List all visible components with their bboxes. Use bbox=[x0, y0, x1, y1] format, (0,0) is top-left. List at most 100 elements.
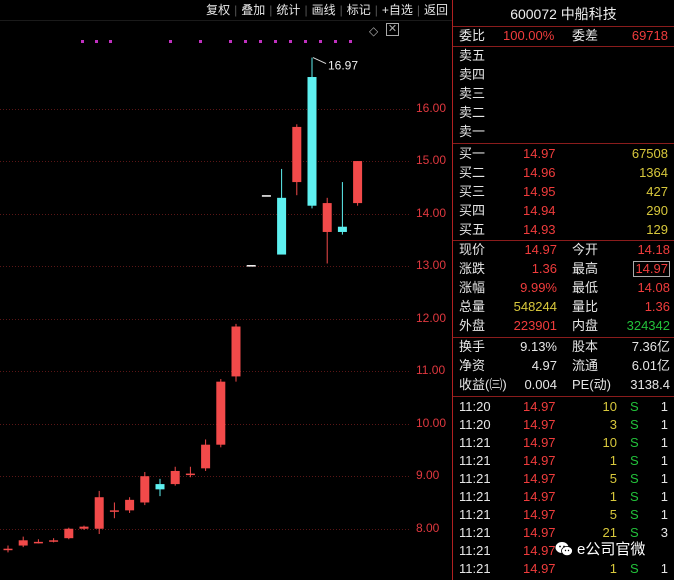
buy-price: 14.97 bbox=[523, 146, 556, 161]
tick-side: S bbox=[630, 507, 639, 522]
fundamental-row[interactable]: 换手 9.13% 股本 7.36亿 bbox=[453, 338, 674, 356]
tick-side: S bbox=[630, 435, 639, 450]
tick-time: 11:21 bbox=[459, 561, 491, 576]
kline-svg[interactable]: 16.97 bbox=[0, 0, 452, 580]
candle-body bbox=[49, 540, 59, 542]
tick-row[interactable]: 11:21 14.97 10 S 1 bbox=[453, 434, 674, 452]
stat-value: 14.18 bbox=[637, 242, 670, 257]
tick-row[interactable]: 11:21 14.97 1 S 1 bbox=[453, 488, 674, 506]
sell-label: 卖二 bbox=[459, 105, 486, 120]
event-marker bbox=[81, 40, 84, 43]
kline-chart[interactable]: 16.97 复权 | 叠加 | 统计 | 画线 | 标记 | +自选 | 返回 … bbox=[0, 0, 452, 580]
candle-body bbox=[261, 195, 271, 197]
toolbar-diejia-button[interactable]: 叠加 bbox=[237, 0, 269, 20]
y-tick-label: 8.00 bbox=[416, 520, 440, 535]
stat-value: 548244 bbox=[513, 299, 557, 314]
buy-row[interactable]: 买三 14.95 427 bbox=[453, 183, 674, 201]
stat-label: 最高 bbox=[572, 261, 599, 276]
stat-value: 4.97 bbox=[531, 358, 557, 373]
buy-volume: 129 bbox=[646, 222, 668, 237]
close-icon[interactable]: ✕ bbox=[386, 23, 399, 36]
sell-row[interactable]: 卖一 bbox=[453, 123, 674, 141]
sell-row[interactable]: 卖五 bbox=[453, 47, 674, 65]
buy-volume: 67508 bbox=[631, 146, 668, 161]
candle-body bbox=[322, 203, 332, 232]
stat-value: 223901 bbox=[513, 318, 557, 333]
event-marker bbox=[334, 40, 337, 43]
quote-stat-row[interactable]: 涨跌 1.36 最高 14.97 bbox=[453, 260, 674, 278]
tick-time: 11:21 bbox=[459, 525, 491, 540]
buy-row[interactable]: 买五 14.93 129 bbox=[453, 221, 674, 239]
tick-time: 11:21 bbox=[459, 435, 491, 450]
stat-label: 涨跌 bbox=[459, 261, 486, 276]
toolbar-biaoji-button[interactable]: 标记 bbox=[343, 0, 375, 20]
tick-count: 1 bbox=[660, 561, 668, 576]
tick-side: S bbox=[630, 561, 639, 576]
y-tick-label: 13.00 bbox=[416, 258, 447, 273]
tick-row[interactable]: 11:21 14.97 1 S 1 bbox=[453, 452, 674, 470]
tick-side: S bbox=[630, 471, 639, 486]
stat-label: 股本 bbox=[572, 339, 599, 354]
quote-stat-row[interactable]: 总量 548244 量比 1.36 bbox=[453, 298, 674, 316]
stat-label: 收益(㈢) bbox=[459, 377, 507, 392]
y-tick-label: 12.00 bbox=[416, 310, 447, 325]
toolbar-zixuan-button[interactable]: +自选 bbox=[378, 0, 417, 20]
buy-label: 买二 bbox=[459, 165, 486, 180]
tick-count: 1 bbox=[660, 507, 668, 522]
buy-row[interactable]: 买一 14.97 67508 bbox=[453, 145, 674, 163]
tick-row[interactable]: 11:21 14.97 1 S 1 bbox=[453, 560, 674, 578]
buy-row[interactable]: 买四 14.94 290 bbox=[453, 202, 674, 220]
event-marker bbox=[259, 40, 262, 43]
divider bbox=[453, 396, 674, 397]
fundamental-row[interactable]: 净资 4.97 流通 6.01亿 bbox=[453, 357, 674, 375]
candle-body bbox=[79, 526, 89, 529]
tick-row[interactable]: 11:20 14.97 10 S 1 bbox=[453, 398, 674, 416]
candle-body bbox=[125, 499, 135, 511]
candle-body bbox=[94, 497, 104, 529]
stat-label: 总量 bbox=[459, 299, 486, 314]
diamond-icon[interactable]: ◇ bbox=[369, 24, 378, 38]
buy-label: 买三 bbox=[459, 184, 486, 199]
tick-row[interactable]: 11:21 14.97 5 S 1 bbox=[453, 506, 674, 524]
candle-body bbox=[140, 476, 150, 503]
tick-count: 1 bbox=[660, 489, 668, 504]
buy-price: 14.94 bbox=[523, 203, 556, 218]
candle-body bbox=[109, 510, 119, 512]
tick-count: 1 bbox=[660, 453, 668, 468]
tick-price: 14.97 bbox=[523, 543, 556, 558]
candle-body bbox=[185, 473, 195, 476]
toolbar-huaxian-button[interactable]: 画线 bbox=[308, 0, 340, 20]
fundamental-row[interactable]: 收益(㈢) 0.004 PE(动) 3138.4 bbox=[453, 376, 674, 394]
sell-row[interactable]: 卖二 bbox=[453, 104, 674, 122]
toolbar-tongji-button[interactable]: 统计 bbox=[272, 0, 304, 20]
tick-row[interactable]: 11:21 14.97 5 S 1 bbox=[453, 470, 674, 488]
tick-side: S bbox=[630, 489, 639, 504]
stat-value: 1.36 bbox=[531, 261, 557, 276]
buy-row[interactable]: 买二 14.96 1364 bbox=[453, 164, 674, 182]
tick-row[interactable]: 11:20 14.97 3 S 1 bbox=[453, 416, 674, 434]
tick-count: 1 bbox=[660, 435, 668, 450]
max-price-label: 16.97 bbox=[328, 59, 358, 73]
candle-body bbox=[307, 77, 317, 206]
stat-value: 14.97 bbox=[633, 261, 670, 277]
quote-stat-row[interactable]: 外盘 223901 内盘 324342 bbox=[453, 317, 674, 335]
stat-label: 今开 bbox=[572, 242, 599, 257]
toolbar-back-button[interactable]: 返回 bbox=[420, 0, 452, 20]
sell-label: 卖三 bbox=[459, 86, 486, 101]
quote-stat-row[interactable]: 涨幅 9.99% 最低 14.08 bbox=[453, 279, 674, 297]
tick-time: 11:21 bbox=[459, 453, 491, 468]
sell-row[interactable]: 卖四 bbox=[453, 66, 674, 84]
candle-body bbox=[216, 381, 226, 445]
stat-value: 6.01亿 bbox=[631, 358, 670, 373]
tick-time: 11:21 bbox=[459, 507, 491, 522]
candle-body bbox=[18, 540, 28, 546]
tick-count: 3 bbox=[660, 525, 668, 540]
quote-stat-row[interactable]: 现价 14.97 今开 14.18 bbox=[453, 241, 674, 259]
sell-row[interactable]: 卖三 bbox=[453, 85, 674, 103]
event-marker bbox=[199, 40, 202, 43]
candle-body bbox=[3, 548, 13, 551]
stat-value: 14.97 bbox=[524, 242, 557, 257]
watermark: e公司官微 bbox=[555, 538, 645, 559]
toolbar-fuquan-button[interactable]: 复权 bbox=[202, 0, 234, 20]
stat-value: 324342 bbox=[626, 318, 670, 333]
